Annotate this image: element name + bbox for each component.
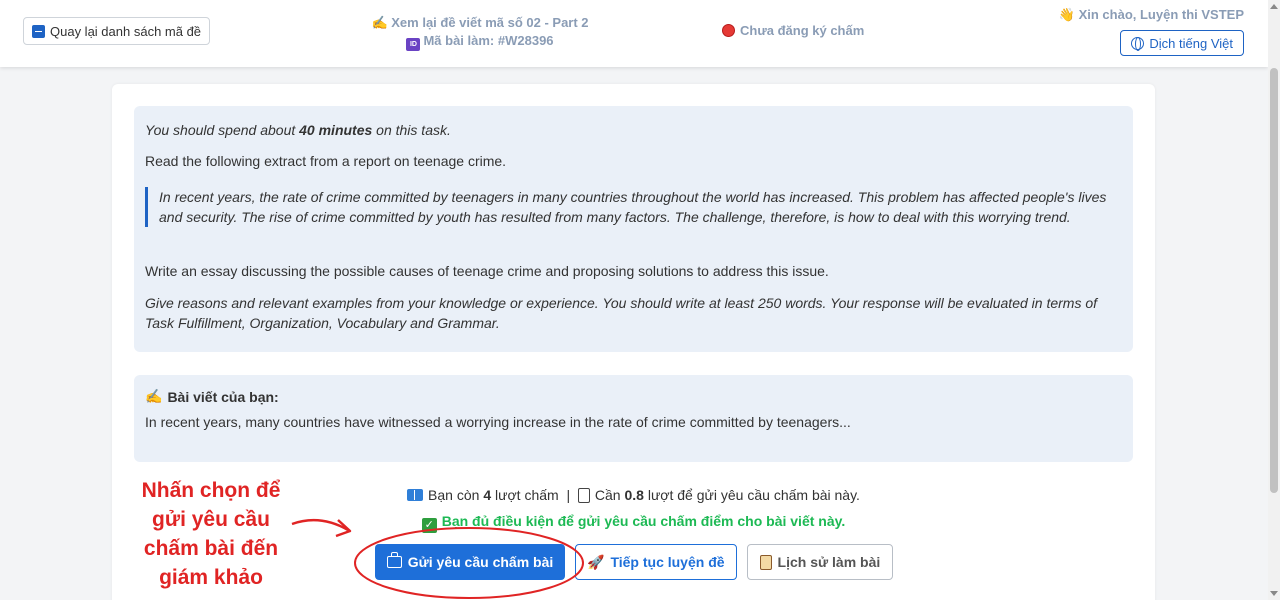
page-scrollbar[interactable] xyxy=(1268,0,1280,600)
action-buttons: Gửi yêu cầu chấm bài 🚀 Tiếp tục luyện đề… xyxy=(375,544,894,580)
back-to-list-button[interactable]: Quay lại danh sách mã đề xyxy=(23,17,211,45)
translate-button[interactable]: Dịch tiếng Việt xyxy=(1120,30,1244,56)
id-badge-icon: ID xyxy=(406,38,421,51)
scroll-thumb[interactable] xyxy=(1270,68,1278,493)
essay-heading: ✍️ Bài viết của bạn: xyxy=(145,388,1122,405)
briefcase-icon xyxy=(386,552,402,568)
read-instruction: Read the following extract from a report… xyxy=(145,153,507,169)
eligibility-text: Bạn đủ điều kiện để gửi yêu cầu chấm điể… xyxy=(441,513,846,529)
minus-square-icon xyxy=(32,24,45,38)
scroll-icon xyxy=(759,554,772,570)
time-instruction-bold: 40 minutes xyxy=(299,122,373,138)
red-circle-icon xyxy=(722,24,735,37)
scroll-down-arrow-icon[interactable] xyxy=(1270,591,1278,596)
writing-hand-icon: ✍️ xyxy=(145,388,163,404)
need-post: lượt để gửi yêu cầu chấm bài này. xyxy=(643,487,860,503)
back-button-label: Quay lại danh sách mã đề xyxy=(50,23,202,39)
submission-id-line: ID Mã bài làm: #W28396 xyxy=(370,32,590,51)
submission-id: Mã bài làm: #W28396 xyxy=(423,33,554,48)
top-header: Quay lại danh sách mã đề ✍️ Xem lại đề v… xyxy=(0,0,1268,67)
grading-status-label: Chưa đăng ký chấm xyxy=(740,23,865,38)
continue-practice-button[interactable]: 🚀 Tiếp tục luyện đề xyxy=(575,544,737,580)
remaining-count: 4 xyxy=(483,487,492,503)
exam-info: ✍️ Xem lại đề viết mã số 02 - Part 2 ID M… xyxy=(370,14,590,51)
essay-instruction: Write an essay discussing the possible c… xyxy=(145,263,829,279)
remaining-pre: Bạn còn xyxy=(428,487,484,503)
document-icon xyxy=(577,488,590,503)
task-prompt: You should spend about 40 minutes on thi… xyxy=(134,106,1133,352)
need-count: 0.8 xyxy=(624,487,644,503)
grading-status: Chưa đăng ký chấm xyxy=(722,23,864,38)
essay-text: In recent years, many countries have wit… xyxy=(145,414,851,430)
scroll-up-arrow-icon[interactable] xyxy=(1270,4,1278,9)
check-mark-icon: ✓ xyxy=(421,518,437,533)
need-pre: Cần xyxy=(594,487,625,503)
remaining-post: lượt chấm xyxy=(491,487,559,503)
globe-icon xyxy=(1131,36,1145,51)
time-instruction-post: on this task. xyxy=(372,122,451,138)
book-icon xyxy=(407,489,424,501)
your-essay-panel: ✍️ Bài viết của bạn: In recent years, ma… xyxy=(134,375,1133,462)
writing-hand-icon: ✍️ xyxy=(371,15,388,30)
continue-practice-label: Tiếp tục luyện đề xyxy=(610,554,725,570)
review-title: Xem lại đề viết mã số 02 - Part 2 xyxy=(391,15,589,30)
greeting-text: Xin chào, Luyện thi VSTEP xyxy=(1078,7,1244,22)
translate-button-label: Dịch tiếng Việt xyxy=(1149,35,1233,51)
submit-grading-button[interactable]: Gửi yêu cầu chấm bài xyxy=(375,544,565,580)
waving-hand-icon: 👋 xyxy=(1058,7,1075,22)
review-title-line: ✍️ Xem lại đề viết mã số 02 - Part 2 xyxy=(370,14,590,32)
submit-grading-label: Gửi yêu cầu chấm bài xyxy=(407,554,554,570)
evaluation-instruction: Give reasons and relevant examples from … xyxy=(145,295,1098,331)
time-instruction-pre: You should spend about xyxy=(145,122,300,138)
history-button[interactable]: Lịch sử làm bài xyxy=(746,544,894,580)
essay-heading-label: Bài viết của bạn: xyxy=(167,388,279,405)
info-separator: | xyxy=(566,487,571,503)
annotation-text: Nhấn chọn để gửi yêu cầu chấm bài đến gi… xyxy=(141,479,281,589)
time-instruction: You should spend about 40 minutes on thi… xyxy=(145,120,1122,140)
user-greeting: 👋 Xin chào, Luyện thi VSTEP xyxy=(1059,7,1244,23)
report-extract: In recent years, the rate of crime commi… xyxy=(145,187,1122,227)
rocket-icon: 🚀 xyxy=(587,553,605,570)
history-label: Lịch sử làm bài xyxy=(777,554,881,570)
